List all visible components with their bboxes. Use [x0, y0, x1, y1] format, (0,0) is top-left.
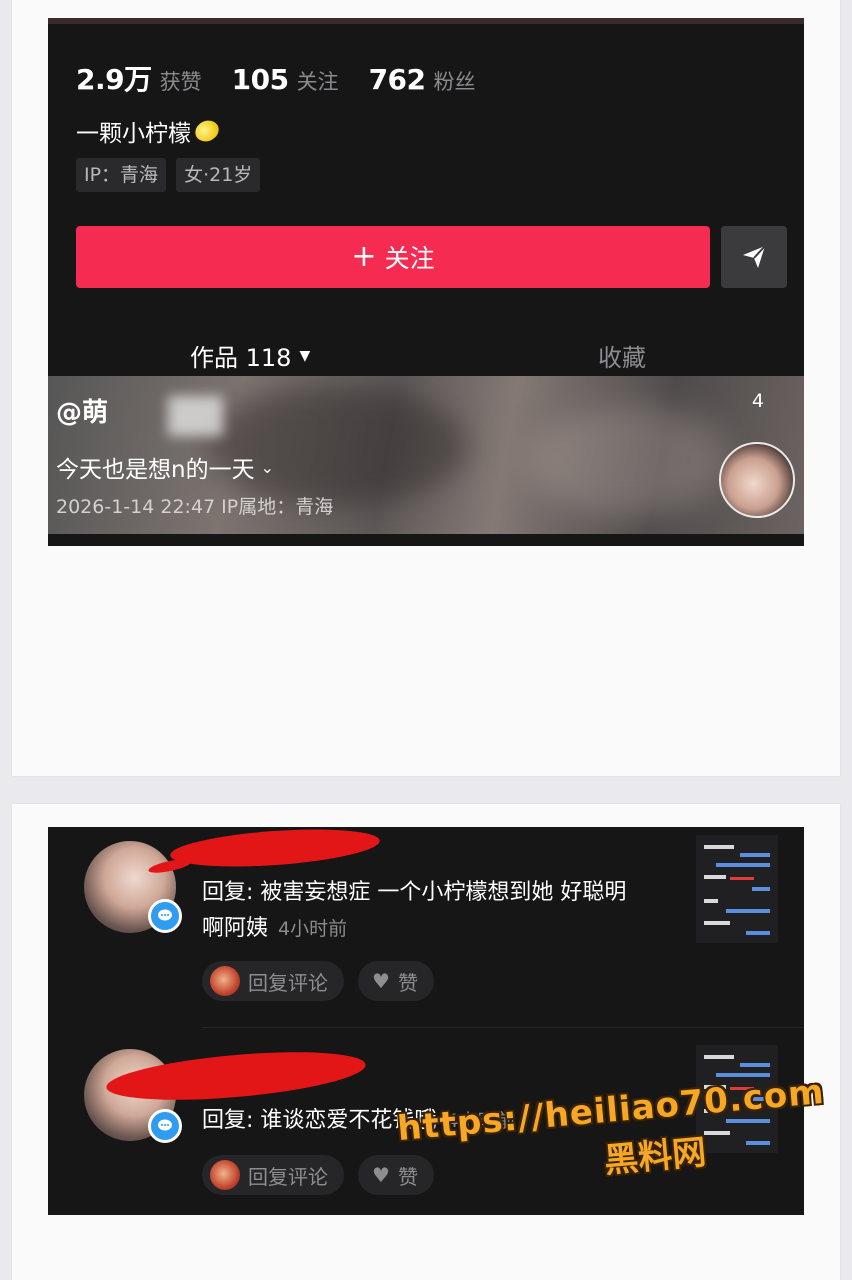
divider	[202, 1027, 804, 1028]
post-author[interactable]: @萌	[56, 392, 108, 429]
chevron-down-icon: ⌄	[260, 457, 274, 477]
follow-label: 关注	[384, 244, 435, 273]
post-avatar[interactable]	[719, 442, 795, 518]
plus-icon: +	[351, 239, 377, 274]
censor-blur	[168, 396, 223, 436]
stat-likes[interactable]: 2.9万 获赞	[76, 58, 202, 98]
profile-bio: 一颗小柠檬	[76, 114, 223, 148]
comment-text: 回复: 谁谈恋爱不花钱哦 4小时前	[202, 1103, 642, 1139]
stat-likes-label: 获赞	[159, 70, 202, 94]
tab-works[interactable]: 作品 118 ▼	[190, 338, 310, 373]
tag-ip: IP：青海	[76, 158, 167, 192]
avatar	[210, 966, 240, 996]
post-count: 4	[751, 390, 764, 412]
post-item[interactable]: @萌 4 今天也是想n的一天 ⌄ 2026-1-14 22:47 IP属地：青海	[48, 376, 804, 540]
tab-favorites[interactable]: 收藏	[598, 338, 646, 373]
comment-text: 回复: 被害妄想症 一个小柠檬想到她 好聪明啊阿姨 4小时前	[202, 875, 642, 947]
chat-thumbnail[interactable]	[696, 835, 778, 943]
post-meta: 2026-1-14 22:47 IP属地：青海	[56, 496, 334, 518]
screenshot-card-profile: 2.9万 获赞 105 关注 762 粉丝 一颗小柠檬 IP：青海 女·21岁 …	[12, 0, 840, 776]
like-label: 赞	[397, 970, 418, 995]
profile-screenshot: 2.9万 获赞 105 关注 762 粉丝 一颗小柠檬 IP：青海 女·21岁 …	[48, 18, 804, 546]
tab-works-label: 作品 118	[190, 344, 292, 372]
chat-thumbnail[interactable]	[696, 1045, 778, 1153]
stat-following-label: 关注	[296, 70, 339, 94]
stat-followers[interactable]: 762 粉丝	[369, 63, 476, 96]
reply-button[interactable]: 回复评论	[202, 1155, 344, 1195]
profile-tags: IP：青海 女·21岁	[76, 158, 270, 192]
comments-screenshot: 回复: 被害妄想症 一个小柠檬想到她 好聪明啊阿姨4小时前 回复评论 ♥ 赞	[48, 827, 804, 1215]
top-border	[48, 18, 804, 24]
stat-following[interactable]: 105 关注	[232, 63, 339, 96]
tag-gender-age: 女·21岁	[176, 158, 261, 192]
stat-following-number: 105	[231, 63, 289, 96]
bio-text: 一颗小柠檬	[76, 121, 191, 147]
like-button[interactable]: ♥ 赞	[358, 961, 434, 1001]
share-icon	[743, 245, 766, 268]
message-badge-icon	[148, 899, 182, 933]
reply-label: 回复评论	[248, 970, 328, 995]
like-label: 赞	[397, 1164, 418, 1189]
avatar	[210, 1160, 240, 1190]
stat-likes-number: 2.9万	[76, 63, 152, 96]
censor-scribble	[169, 827, 381, 873]
reply-button[interactable]: 回复评论	[202, 961, 344, 1001]
comment-actions: 回复评论 ♥ 赞	[202, 1155, 448, 1195]
heart-icon: ♥	[372, 1163, 390, 1187]
caret-down-icon: ▼	[299, 347, 311, 364]
profile-stats: 2.9万 获赞 105 关注 762 粉丝	[76, 58, 506, 98]
heart-icon: ♥	[372, 969, 390, 993]
lemon-icon	[191, 116, 223, 146]
reply-label: 回复评论	[248, 1164, 328, 1189]
comment-actions: 回复评论 ♥ 赞	[202, 961, 448, 1001]
like-button[interactable]: ♥ 赞	[358, 1155, 434, 1195]
stat-followers-number: 762	[368, 63, 426, 96]
share-button[interactable]	[721, 226, 787, 288]
stat-followers-label: 粉丝	[433, 70, 476, 94]
comment-time: 4小时前	[446, 1110, 516, 1132]
message-badge-icon	[148, 1109, 182, 1143]
screenshot-card-comments: 回复: 被害妄想症 一个小柠檬想到她 好聪明啊阿姨4小时前 回复评论 ♥ 赞	[12, 804, 840, 1280]
comment-body: 回复: 谁谈恋爱不花钱哦	[202, 1108, 437, 1133]
post-caption[interactable]: 今天也是想n的一天 ⌄	[56, 450, 274, 484]
post-caption-text: 今天也是想n的一天	[56, 457, 255, 483]
comment-time: 4小时前	[278, 918, 348, 940]
follow-button[interactable]: + 关注	[76, 226, 710, 288]
comment-body: 回复: 被害妄想症 一个小柠檬想到她 好聪明啊阿姨	[202, 880, 627, 941]
